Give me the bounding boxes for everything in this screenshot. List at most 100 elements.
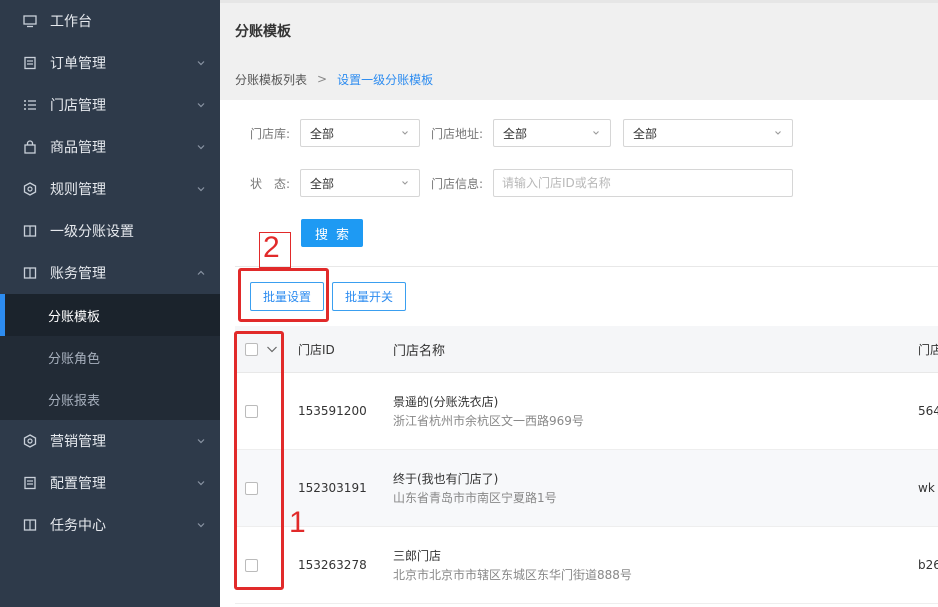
header-store-id: 门店ID xyxy=(298,342,335,357)
sidebar-item-orders[interactable]: 订单管理 xyxy=(0,42,220,84)
breadcrumb-current: 设置一级分账模板 xyxy=(337,72,434,87)
batch-set-button[interactable]: 批量设置 xyxy=(250,282,324,311)
store-name: 终于(我也有门店了) xyxy=(393,472,499,486)
store-province-select[interactable]: 全部 xyxy=(493,119,611,147)
sidebar-subitem-role[interactable]: 分账角色 xyxy=(0,336,220,378)
row-check-cell xyxy=(235,404,298,418)
batch-switch-button[interactable]: 批量开关 xyxy=(332,282,406,311)
content-panel: 门店库: 全部 门店地址: 全部 全部 状 态: 全部 门店信息: 请输入门店I… xyxy=(235,100,938,607)
chevron-down-icon xyxy=(196,478,206,488)
annotation-label-1: 1 xyxy=(289,506,306,539)
monitor-icon xyxy=(22,13,38,29)
store-id: 152303191 xyxy=(298,481,367,495)
sidebar-item-label: 门店管理 xyxy=(50,98,106,114)
store-lib-label: 门店库: xyxy=(250,126,291,141)
table-row: 153263278 三郎门店 北京市北京市市辖区东城区东华门街道888号 b26 xyxy=(235,527,938,604)
header-check-cell xyxy=(235,342,298,356)
header-store-name: 门店名称 xyxy=(393,343,446,359)
sidebar-item-rules[interactable]: 规则管理 xyxy=(0,168,220,210)
status-label: 状 态: xyxy=(250,176,291,191)
config-icon xyxy=(22,475,38,491)
header-extra: 门店 xyxy=(918,342,938,357)
breadcrumb-parent[interactable]: 分账模板列表 xyxy=(235,71,307,88)
sidebar-item-products[interactable]: 商品管理 xyxy=(0,126,220,168)
store-name-cell: 景遥的(分账洗衣店) 浙江省杭州市余杭区文一西路969号 xyxy=(393,393,918,429)
chevron-down-icon xyxy=(774,129,782,137)
select-value: 全部 xyxy=(633,126,658,141)
finance-icon xyxy=(22,265,38,281)
task-icon xyxy=(22,517,38,533)
sidebar-item-label: 商品管理 xyxy=(50,140,106,156)
row-checkbox[interactable] xyxy=(245,481,258,495)
store-id: 153263278 xyxy=(298,558,367,572)
sidebar-item-marketing[interactable]: 营销管理 xyxy=(0,420,220,462)
store-table: 门店ID 门店名称 门店 153591200 景遥的(分账洗衣店) 浙江省杭州市… xyxy=(235,326,938,604)
store-info-input[interactable] xyxy=(493,169,793,197)
store-name: 景遥的(分账洗衣店) xyxy=(393,395,499,409)
chevron-up-icon xyxy=(196,268,206,278)
sidebar-item-label: 工作台 xyxy=(50,14,92,30)
select-value: 全部 xyxy=(310,126,335,141)
breadcrumb-separator: > xyxy=(317,72,328,86)
sidebar-item-label: 配置管理 xyxy=(50,476,106,492)
store-address: 浙江省杭州市余杭区文一西路969号 xyxy=(393,414,584,428)
store-addr-label: 门店地址: xyxy=(431,126,484,141)
chevron-down-icon xyxy=(196,142,206,152)
select-value: 全部 xyxy=(503,126,528,141)
row-check-cell xyxy=(235,558,298,572)
rule-icon xyxy=(22,181,38,197)
sidebar-subitem-report[interactable]: 分账报表 xyxy=(0,378,220,420)
breadcrumb: 分账模板列表 > 设置一级分账模板 xyxy=(220,58,938,100)
sidebar-item-stores[interactable]: 门店管理 xyxy=(0,84,220,126)
table-row: 152303191 终于(我也有门店了) 山东省青岛市市南区宁夏路1号 wk xyxy=(235,450,938,527)
sidebar-item-tasks[interactable]: 任务中心 xyxy=(0,504,220,546)
chevron-down-icon[interactable] xyxy=(266,344,278,354)
store-city-select[interactable]: 全部 xyxy=(623,119,793,147)
store-name-cell: 三郎门店 北京市北京市市辖区东城区东华门街道888号 xyxy=(393,547,918,583)
store-address: 山东省青岛市市南区宁夏路1号 xyxy=(393,491,557,505)
chevron-down-icon xyxy=(196,436,206,446)
row-checkbox[interactable] xyxy=(245,404,258,418)
page-title: 分账模板 xyxy=(235,23,291,40)
store-extra: b26 xyxy=(918,558,938,572)
main-area: 分账模板 分账模板列表 > 设置一级分账模板 门店库: 全部 门店地址: 全部 … xyxy=(220,0,938,607)
chevron-down-icon xyxy=(196,184,206,194)
sidebar-item-workbench[interactable]: 工作台 xyxy=(0,0,220,42)
sidebar-item-label: 营销管理 xyxy=(50,434,106,450)
status-select[interactable]: 全部 xyxy=(300,169,420,197)
settlement-icon xyxy=(22,223,38,239)
page-header: 分账模板 xyxy=(220,0,938,58)
sidebar-subitem-template[interactable]: 分账模板 xyxy=(0,294,220,336)
sidebar: 工作台 订单管理 门店管理 商品管理 规则管理 一级分账设置 账务管理 分账模板… xyxy=(0,0,220,607)
sidebar-item-label: 一级分账设置 xyxy=(50,224,134,240)
store-extra: wk xyxy=(918,481,935,495)
row-check-cell xyxy=(235,481,298,495)
store-lib-select[interactable]: 全部 xyxy=(300,119,420,147)
select-value: 全部 xyxy=(310,176,335,191)
select-all-checkbox[interactable] xyxy=(245,342,258,356)
sidebar-item-label: 规则管理 xyxy=(50,182,106,198)
order-icon xyxy=(22,55,38,71)
store-id: 153591200 xyxy=(298,404,367,418)
divider xyxy=(235,266,938,267)
marketing-icon xyxy=(22,433,38,449)
sidebar-item-label: 订单管理 xyxy=(50,56,106,72)
store-extra: 564 xyxy=(918,404,938,418)
chevron-down-icon xyxy=(592,129,600,137)
chevron-down-icon xyxy=(196,100,206,110)
sidebar-item-label: 任务中心 xyxy=(50,518,106,534)
search-button[interactable]: 搜索 xyxy=(301,219,363,247)
store-name-cell: 终于(我也有门店了) 山东省青岛市市南区宁夏路1号 xyxy=(393,470,918,506)
chevron-down-icon xyxy=(401,129,409,137)
sidebar-item-finance[interactable]: 账务管理 xyxy=(0,252,220,294)
chevron-down-icon xyxy=(401,179,409,187)
store-address: 北京市北京市市辖区东城区东华门街道888号 xyxy=(393,568,632,582)
sidebar-item-config[interactable]: 配置管理 xyxy=(0,462,220,504)
sidebar-item-label: 账务管理 xyxy=(50,266,106,282)
store-info-label: 门店信息: xyxy=(431,176,484,191)
bag-icon xyxy=(22,139,38,155)
row-checkbox[interactable] xyxy=(245,558,258,572)
annotation-label-2: 2 xyxy=(263,231,280,264)
chevron-down-icon xyxy=(196,520,206,530)
sidebar-item-settlement[interactable]: 一级分账设置 xyxy=(0,210,220,252)
